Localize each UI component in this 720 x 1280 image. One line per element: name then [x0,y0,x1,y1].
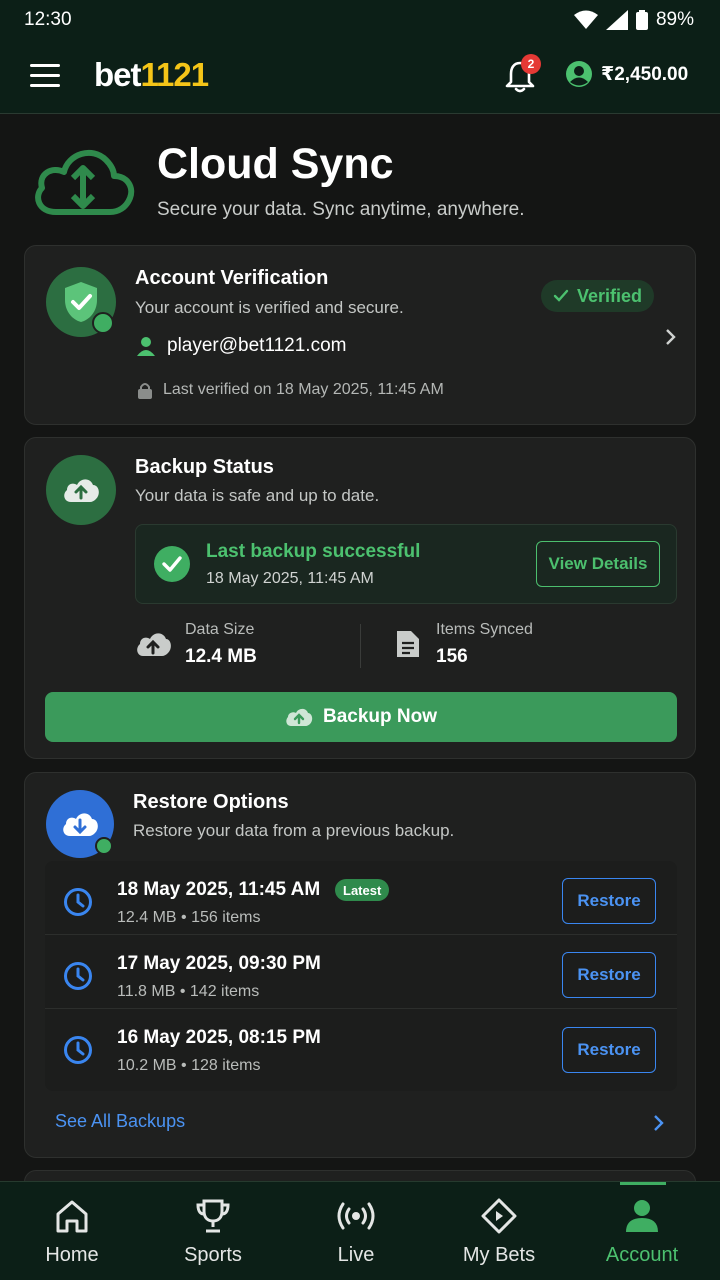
nav-sports[interactable]: Sports [141,1182,285,1280]
verified-label: Verified [577,285,643,306]
battery-icon [635,10,648,30]
cloud-upload-icon [46,455,116,525]
status-time: 12:30 [24,9,72,30]
nav-my-bets[interactable]: My Bets [427,1182,571,1280]
verified-badge: Verified [541,280,655,312]
restore-title: Restore Options [133,791,289,813]
chevron-right-icon[interactable] [653,1114,665,1132]
items-synced-value: 156 [436,646,468,667]
see-all-backups-link[interactable]: See All Backups [55,1111,185,1132]
app-header: bet1121 2 ₹2,450.00 [0,40,720,114]
logo-text-number: 1121 [140,56,210,93]
status-bar: 12:30 89% [0,0,720,40]
nav-live-label: Live [337,1244,375,1266]
restore-options-card: Restore Options Restore your data from a… [24,772,696,1158]
restore-item-meta: 10.2 MB • 128 items [117,1057,261,1074]
cloud-upload-icon [286,708,313,726]
page-subtitle: Secure your data. Sync anytime, anywhere… [157,199,525,220]
lock-icon [138,383,152,399]
battery-percent: 89% [655,9,694,30]
cloud-data-icon [137,633,171,656]
backup-now-label: Backup Now [322,706,438,727]
clock-icon [64,888,92,916]
restore-button[interactable]: Restore [562,952,656,998]
backup-success-time: 18 May 2025, 11:45 AM [206,570,374,587]
wifi-icon [573,10,598,29]
bottom-navigation: Home Sports Live My Bets Account [0,1181,720,1280]
restore-subtitle: Restore your data from a previous backup… [133,821,455,840]
account-icon [626,1200,658,1232]
ticket-icon [481,1198,517,1234]
nav-home-label: Home [45,1244,99,1266]
home-icon [56,1200,88,1233]
latest-badge: Latest [335,879,390,901]
restore-item-date: 16 May 2025, 08:15 PM [117,1027,321,1048]
nav-home[interactable]: Home [0,1182,144,1280]
data-size-label: Data Size [185,621,255,638]
restore-button[interactable]: Restore [562,878,656,924]
last-verified-text: Last verified on 18 May 2025, 11:45 AM [163,381,444,398]
backup-success-panel: Last backup successful 18 May 2025, 11:4… [135,524,677,604]
restore-item: 17 May 2025, 09:30 PM 11.8 MB • 142 item… [45,935,677,1009]
logo-text-bet: bet [94,56,141,93]
wallet-balance[interactable]: ₹2,450.00 [565,60,688,88]
balance-amount: ₹2,450.00 [601,63,689,85]
nav-my-bets-label: My Bets [462,1244,536,1266]
clock-icon [64,962,92,990]
cloud-sync-icon [35,149,135,215]
restore-item: 16 May 2025, 08:15 PM 10.2 MB • 128 item… [45,1009,677,1083]
restore-list: 18 May 2025, 11:45 AM Latest 12.4 MB • 1… [45,861,677,1091]
nav-account-label: Account [605,1244,679,1266]
account-verification-card[interactable]: Account Verification Your account is ver… [24,245,696,425]
verification-title: Account Verification [135,267,329,289]
check-circle-icon [154,546,190,582]
backup-status-card: Backup Status Your data is safe and up t… [24,437,696,759]
status-icons: 89% [573,9,694,31]
restore-item-meta: 11.8 MB • 142 items [117,983,260,1000]
stats-divider [360,624,361,668]
document-icon [397,631,419,657]
backup-subtitle: Your data is safe and up to date. [135,486,380,505]
signal-icon [605,10,628,30]
chevron-right-icon[interactable] [665,328,677,346]
notification-badge: 2 [521,54,541,74]
page-title: Cloud Sync [157,140,394,188]
restore-mini-badge-icon [95,837,113,855]
restore-button[interactable]: Restore [562,1027,656,1073]
backup-success-title: Last backup successful [206,541,421,562]
brand-logo[interactable]: bet1121 [94,56,210,94]
live-icon [337,1202,375,1230]
trophy-icon [196,1199,230,1233]
account-email: player@bet1121.com [167,335,347,356]
verified-mini-badge-icon [92,312,114,334]
clock-icon [64,1036,92,1064]
restore-item: 18 May 2025, 11:45 AM Latest 12.4 MB • 1… [45,861,677,935]
menu-button[interactable] [30,64,60,90]
items-synced-label: Items Synced [436,621,533,638]
user-avatar-icon [566,61,592,87]
person-icon [137,337,155,356]
nav-live[interactable]: Live [284,1182,428,1280]
restore-item-date: 17 May 2025, 09:30 PM [117,953,321,974]
data-size-value: 12.4 MB [185,646,257,667]
nav-sports-label: Sports [184,1244,242,1266]
restore-item-meta: 12.4 MB • 156 items [117,909,261,926]
verification-subtitle: Your account is verified and secure. [135,298,404,317]
view-details-button[interactable]: View Details [536,541,660,587]
nav-account[interactable]: Account [570,1182,714,1280]
check-icon [553,289,569,302]
restore-item-date: 18 May 2025, 11:45 AM [117,879,321,900]
backup-title: Backup Status [135,456,274,478]
backup-now-button[interactable]: Backup Now [45,692,677,742]
